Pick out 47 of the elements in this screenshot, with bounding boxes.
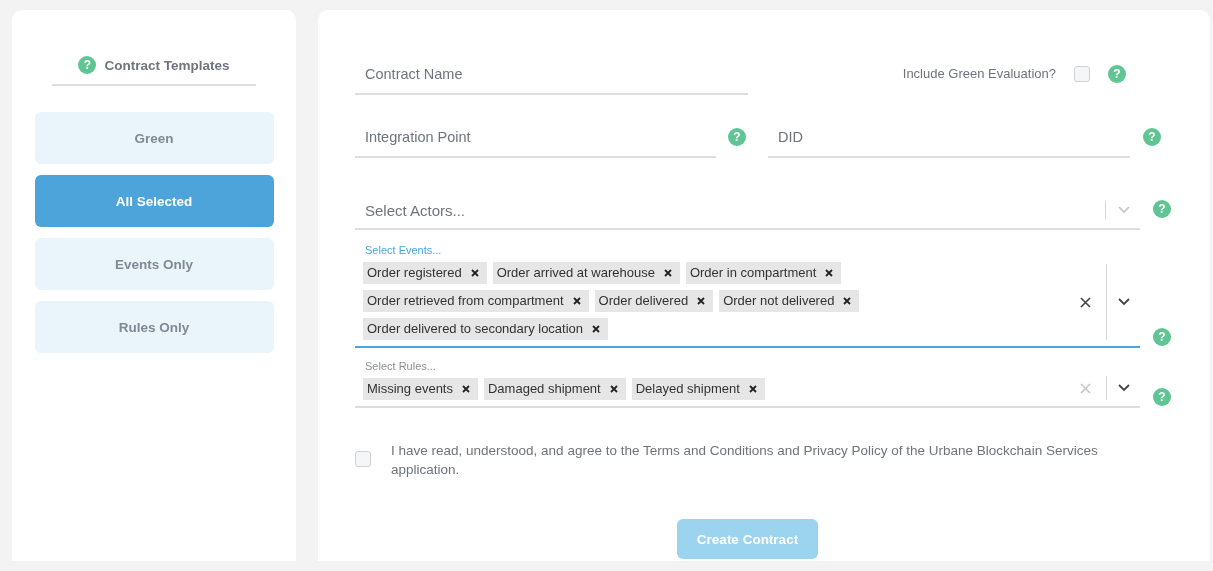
actors-select[interactable]: Select Actors...: [355, 188, 1140, 230]
tag-label: Order delivered: [598, 293, 689, 308]
tag-label: Order registered: [367, 265, 462, 280]
remove-icon[interactable]: [592, 324, 601, 333]
tag-label: Order not delivered: [723, 293, 835, 308]
remove-icon[interactable]: [697, 296, 706, 305]
contract-name-field[interactable]: Contract Name: [355, 52, 748, 95]
evaluation-option-label: Include Green Evaluation?: [902, 66, 1056, 81]
help-icon[interactable]: ?: [728, 127, 746, 146]
tag-label: Order arrived at warehouse: [496, 265, 655, 280]
remove-icon[interactable]: [572, 296, 581, 305]
evaluation-checkbox[interactable]: [1074, 65, 1090, 82]
sidebar-title: Contract Templates: [104, 57, 230, 73]
select-label: Select Rules...: [365, 360, 437, 372]
select-label: Select Events...: [365, 244, 443, 256]
did-field[interactable]: DID: [768, 115, 1130, 158]
template-button[interactable]: Rules Only: [34, 301, 274, 353]
remove-icon[interactable]: [843, 296, 852, 305]
remove-icon[interactable]: [470, 268, 479, 277]
tag-label: Order retrieved from compartment: [367, 293, 564, 308]
tag-label: Order delivered to secondary location: [367, 321, 584, 336]
multi-select-field[interactable]: Select Events... Order registered Order arrived at warehouse Order in compartment Order retrieved from compartment Order delivered Order not delivered Order delivered to secondary location: [355, 244, 1140, 348]
remove-icon[interactable]: [462, 384, 470, 393]
agreement-checkbox[interactable]: [355, 451, 371, 467]
clear-icon[interactable]: [1080, 296, 1091, 308]
tag-label: Missing events: [367, 381, 453, 396]
tag-label: Order in compartment: [689, 265, 817, 280]
help-icon[interactable]: ?: [1108, 64, 1126, 83]
multi-select-field[interactable]: Select Rules... Missing events Damaged shipment Delayed shipment: [355, 360, 1140, 408]
remove-icon[interactable]: [609, 384, 618, 393]
agreement-text: I have read, understood, and agree to the Terms and Conditions and Privacy Policy of the Urbane Blockchain Services application.: [391, 442, 1099, 479]
remove-icon[interactable]: [825, 268, 834, 277]
tag-label: Damaged shipment: [488, 381, 601, 396]
help-icon[interactable]: ?: [78, 56, 97, 74]
tag-label: Delayed shipment: [635, 381, 740, 396]
help-icon[interactable]: ?: [1153, 388, 1171, 406]
help-icon[interactable]: ?: [1153, 328, 1171, 346]
help-icon[interactable]: ?: [1153, 200, 1171, 218]
template-button[interactable]: Green: [34, 112, 274, 164]
help-icon[interactable]: ?: [1143, 127, 1161, 146]
chevron-down-icon[interactable]: [1118, 384, 1130, 392]
remove-icon[interactable]: [663, 268, 672, 277]
integration-point-field[interactable]: Integration Point: [355, 115, 716, 158]
template-button[interactable]: Events Only: [34, 238, 274, 290]
chevron-down-icon[interactable]: [1118, 298, 1130, 306]
remove-icon[interactable]: [748, 384, 757, 393]
template-button[interactable]: All Selected: [34, 175, 274, 227]
